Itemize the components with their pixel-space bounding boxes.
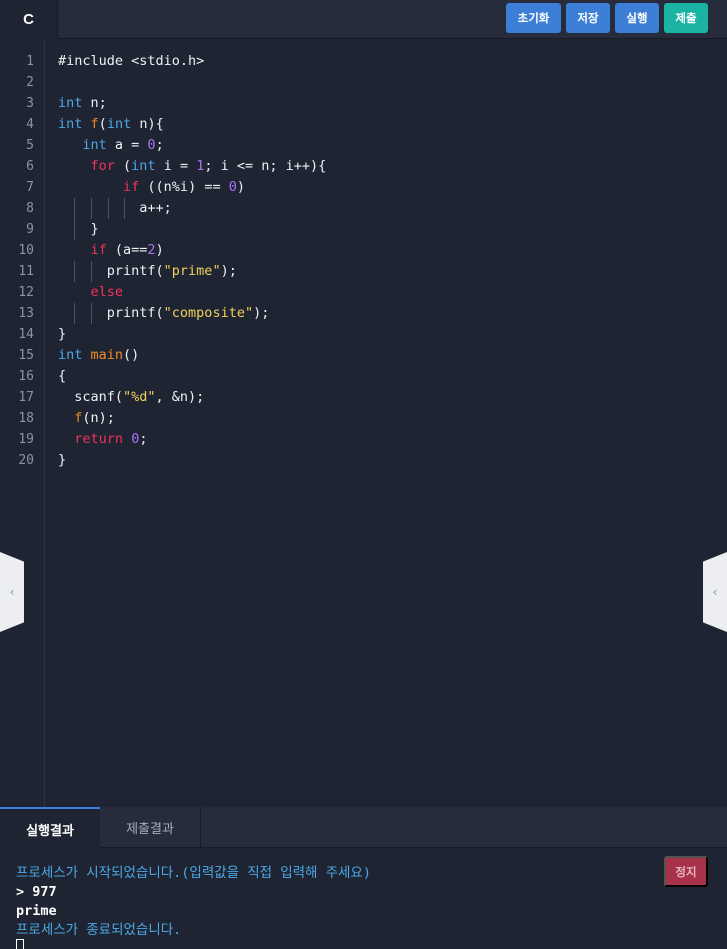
code-line[interactable]: int f(int n){ (58, 114, 164, 135)
tab-submit-result[interactable]: 제출결과 (100, 807, 201, 848)
output-panel: 실행결과 제출결과 정지 프로세스가 시작되었습니다.(입력값을 직접 입력해 … (0, 807, 727, 949)
line-number: 8 (26, 201, 34, 216)
reset-button[interactable]: 초기화 (506, 3, 561, 33)
line-number-gutter: 1 2 3 4 5 6 7 8 9 10 11 12 13 14 15 16 1… (0, 39, 45, 807)
run-button[interactable]: 실행 (615, 3, 659, 33)
line-number: 16 (18, 369, 34, 384)
line-number: 6 (26, 159, 34, 174)
console-line: prime (16, 903, 57, 919)
chevron-left-icon: ‹ (712, 585, 718, 599)
code-line[interactable]: f(n); (58, 408, 115, 429)
stop-button[interactable]: 정지 (664, 856, 708, 887)
save-button[interactable]: 저장 (566, 3, 610, 33)
collapse-left-handle[interactable]: ‹ (0, 552, 24, 632)
code-line[interactable]: { (58, 366, 66, 387)
line-number: 20 (18, 453, 34, 468)
editor-toolbar: C 초기화 저장 실행 제출 (0, 0, 727, 39)
code-line[interactable]: } (58, 324, 66, 345)
line-number: 10 (18, 243, 34, 258)
line-number: 12 (18, 285, 34, 300)
code-line[interactable]: return 0; (58, 429, 147, 450)
line-number: 2 (26, 75, 34, 90)
console-cursor[interactable] (16, 939, 24, 949)
console-line: > 977 (16, 884, 57, 900)
submit-button[interactable]: 제출 (664, 3, 708, 33)
line-number: 15 (18, 348, 34, 363)
line-number: 17 (18, 390, 34, 405)
line-number: 3 (26, 96, 34, 111)
code-line[interactable]: printf("prime"); (58, 261, 237, 282)
code-line[interactable]: #include <stdio.h> (58, 51, 204, 72)
console-line: 프로세스가 종료되었습니다. (16, 922, 182, 938)
line-number: 7 (26, 180, 34, 195)
collapse-right-handle[interactable]: ‹ (703, 552, 727, 632)
code-line[interactable]: } (58, 219, 99, 240)
console-line: 프로세스가 시작되었습니다.(입력값을 직접 입력해 주세요) (16, 865, 371, 881)
line-number: 14 (18, 327, 34, 342)
tab-run-result[interactable]: 실행결과 (0, 807, 100, 849)
code-line[interactable]: for (int i = 1; i <= n; i++){ (58, 156, 327, 177)
line-number: 1 (26, 54, 34, 69)
output-tabs: 실행결과 제출결과 (0, 807, 727, 849)
line-number: 4 (26, 117, 34, 132)
code-line[interactable]: int n; (58, 93, 107, 114)
code-line[interactable]: a++; (58, 198, 172, 219)
code-line[interactable]: scanf("%d", &n); (58, 387, 204, 408)
line-number: 5 (26, 138, 34, 153)
line-number: 11 (18, 264, 34, 279)
language-tab[interactable]: C (0, 0, 58, 39)
code-line[interactable]: int main() (58, 345, 139, 366)
code-line[interactable]: else (58, 282, 124, 303)
line-number: 13 (18, 306, 34, 321)
code-line[interactable]: if ((n%i) == 0) (58, 177, 245, 198)
code-line[interactable]: if (a==2) (58, 240, 164, 261)
line-number: 19 (18, 432, 34, 447)
code-line[interactable]: printf("composite"); (58, 303, 270, 324)
code-line[interactable]: int a = 0; (58, 135, 163, 156)
line-number: 18 (18, 411, 34, 426)
chevron-left-icon: ‹ (9, 585, 15, 599)
code-editor[interactable]: 1 2 3 4 5 6 7 8 9 10 11 12 13 14 15 16 1… (0, 39, 727, 807)
line-number: 9 (26, 222, 34, 237)
code-line[interactable]: } (58, 450, 66, 471)
